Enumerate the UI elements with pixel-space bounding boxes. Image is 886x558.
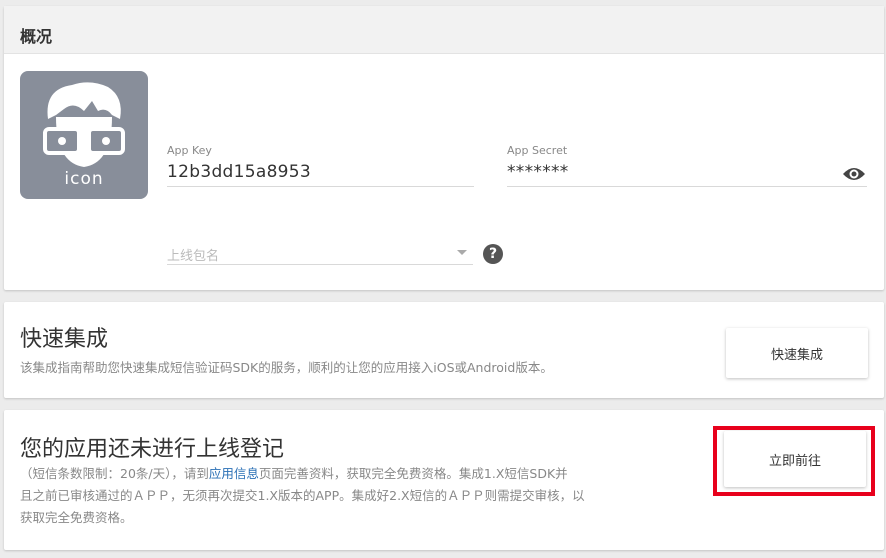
overview-card: 概况 icon App Key 12b3dd15a8953 App Secret… xyxy=(4,6,884,290)
package-name-placeholder: 上线包名 xyxy=(167,249,220,264)
app-secret-value: ******* xyxy=(507,162,569,182)
show-secret-eye-icon[interactable] xyxy=(842,166,866,182)
app-key-value: 12b3dd15a8953 xyxy=(167,162,312,182)
overview-title: 概况 xyxy=(20,27,53,46)
quick-integration-card: 快速集成 该集成指南帮助您快速集成短信验证码SDK的服务，顺利的让您的应用接入i… xyxy=(4,302,884,398)
app-key-label: App Key xyxy=(167,144,212,157)
quick-integration-title: 快速集成 xyxy=(20,327,109,352)
overview-header: 概况 xyxy=(4,6,884,54)
registration-desc-line2: 且之前已审核通过的ＡＰＰ，无须再次提交1.X版本的APP。集成好2.X短信的ＡＰ… xyxy=(20,488,585,503)
app-key-field[interactable]: App Key 12b3dd15a8953 xyxy=(167,142,474,187)
registration-title: 您的应用还未进行上线登记 xyxy=(20,437,285,462)
chevron-down-icon xyxy=(457,250,467,255)
app-secret-field[interactable]: App Secret ******* xyxy=(507,142,867,187)
quick-integration-description: 该集成指南帮助您快速集成短信验证码SDK的服务，顺利的让您的应用接入iOS或An… xyxy=(20,360,553,375)
registration-desc-part1: （短信条数限制：20条/天），请到 xyxy=(20,466,209,481)
registration-description: （短信条数限制：20条/天），请到应用信息页面完善资料，获取完全免费资格。集成1… xyxy=(20,463,680,529)
app-icon[interactable]: icon xyxy=(20,71,148,199)
highlight-box xyxy=(713,426,875,496)
help-icon[interactable]: ? xyxy=(483,244,503,264)
app-icon-label: icon xyxy=(64,169,104,189)
app-info-link[interactable]: 应用信息 xyxy=(209,466,259,481)
package-name-select[interactable]: 上线包名 xyxy=(167,238,473,265)
app-secret-label: App Secret xyxy=(507,144,568,157)
registration-desc-part2: 页面完善资料，获取完全免费资格。集成1.X短信SDK并 xyxy=(258,466,568,481)
registration-desc-line3: 获取完全免费资格。 xyxy=(20,510,133,525)
quick-integration-button[interactable]: 快速集成 xyxy=(726,328,868,378)
